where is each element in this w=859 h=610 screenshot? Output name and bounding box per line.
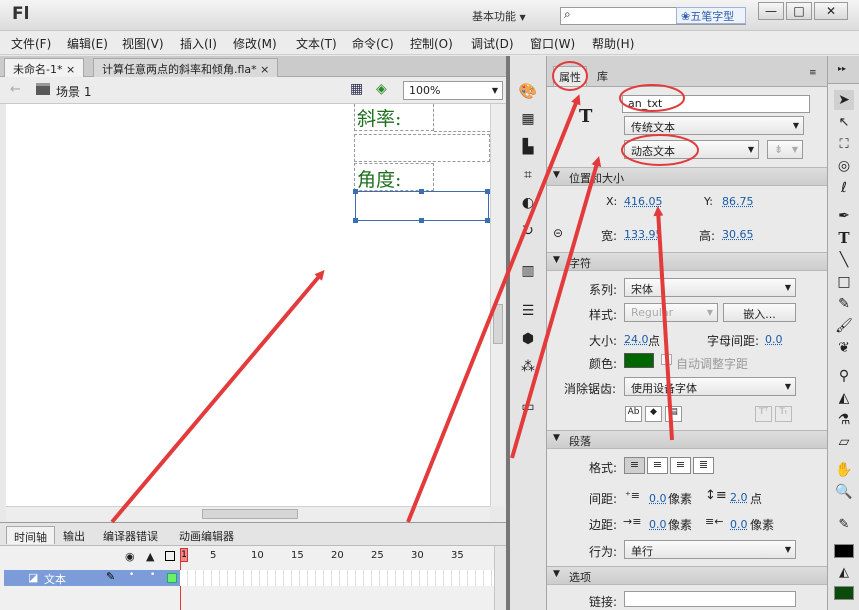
annotation-arrow-props-tab — [406, 94, 581, 523]
flash-window: Fl 基本功能 ▼ ⌕ ❀五笔字型 — □ ✕ 文件(F) 编辑(E) 视图(V… — [0, 0, 859, 610]
annotation-circle-instance-name — [619, 84, 685, 112]
annotation-arrow-instance — [510, 156, 602, 459]
annotation-arrow-stage — [110, 269, 325, 524]
annotation-arrow-text-type — [653, 206, 674, 441]
annotation-circle-props-tab — [552, 61, 588, 91]
annotation-overlay — [110, 61, 699, 524]
annotation-circle-text-type — [621, 134, 699, 166]
